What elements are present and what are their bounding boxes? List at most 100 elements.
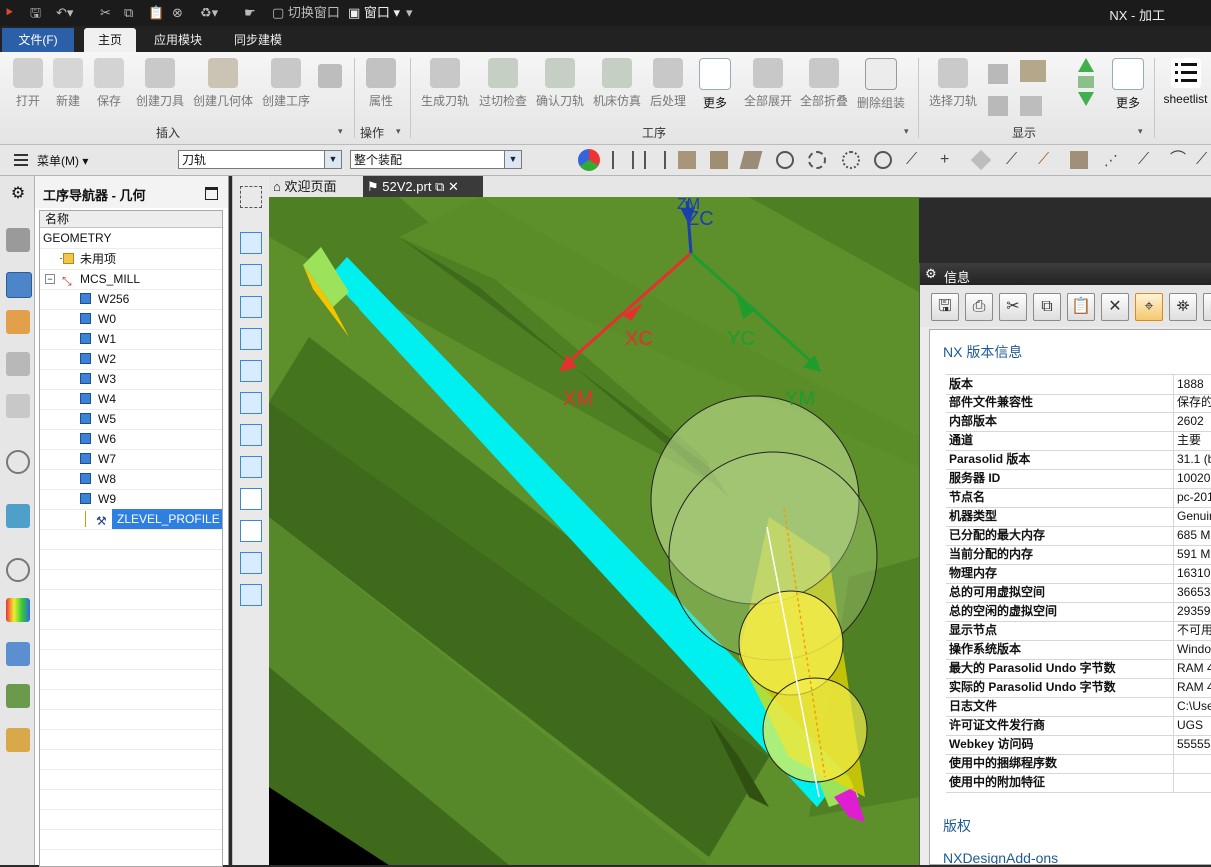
gouge-check-button[interactable]: 过切检查	[476, 56, 530, 116]
tree-row-workpiece[interactable]: W0	[40, 309, 222, 330]
customize-quick-access-icon[interactable]: ▾	[406, 4, 413, 22]
tree-row-workpiece[interactable]: W2	[40, 349, 222, 370]
info-title-bar[interactable]: ⚙ 信息	[920, 263, 1211, 285]
arrow-down-icon[interactable]	[1078, 92, 1094, 106]
find-icon[interactable]: ⛯	[1169, 293, 1197, 321]
surface-icon[interactable]	[739, 151, 763, 169]
open-button[interactable]: 打开	[7, 56, 49, 116]
undock-icon[interactable]: ⧉	[435, 179, 444, 194]
assembly-scope-select[interactable]: 整个装配 ▼	[350, 150, 522, 169]
verify-toolpath-button[interactable]: 确认刀轨	[533, 56, 587, 116]
cut-icon[interactable]: ✂	[999, 293, 1027, 321]
snap-edge-icon[interactable]: ⟋	[1038, 151, 1056, 169]
tree-row-workpiece[interactable]: W9	[40, 489, 222, 510]
snap-face-icon[interactable]	[970, 149, 992, 171]
tab-sync-model[interactable]: 同步建模	[224, 28, 292, 52]
new-button[interactable]: 新建	[47, 56, 89, 116]
face-icon[interactable]	[710, 151, 728, 169]
snap-grid-icon[interactable]	[612, 151, 634, 169]
snap-arc-icon[interactable]	[842, 151, 860, 169]
display-ips-icon[interactable]	[1020, 96, 1042, 116]
info-icon[interactable]	[6, 450, 30, 474]
small-insert-icon[interactable]	[318, 64, 342, 88]
sheetlist-button[interactable]: sheetlist	[1160, 56, 1211, 116]
chevron-down-icon[interactable]: ▼	[504, 151, 521, 168]
display-tool-icon[interactable]	[988, 64, 1008, 84]
engrave-icon[interactable]	[240, 552, 262, 574]
operation-navigator-icon[interactable]	[6, 272, 32, 298]
postprocess-button[interactable]: 后处理	[646, 56, 690, 116]
reuse-library-icon[interactable]	[6, 394, 30, 418]
print-icon[interactable]: ⎙	[965, 293, 993, 321]
group-insert-expand-icon[interactable]: ▾	[338, 126, 343, 137]
assembly-navigator-icon[interactable]	[6, 228, 30, 252]
tree-row-mcs-mill[interactable]: − ⤡ MCS_MILL	[40, 269, 222, 290]
display-workpiece-icon[interactable]	[1020, 60, 1046, 82]
tree-row-geometry[interactable]: GEOMETRY	[40, 228, 222, 249]
touch-mode-icon[interactable]: ☛	[244, 4, 256, 22]
maximize-icon[interactable]	[205, 187, 218, 200]
planar-mill-icon[interactable]	[240, 264, 262, 286]
fit-view-icon[interactable]	[240, 186, 262, 208]
save-button[interactable]: 保存	[88, 56, 130, 116]
tab-app-module[interactable]: 应用模块	[144, 28, 212, 52]
cut-icon[interactable]: ✂	[100, 4, 111, 22]
copy-icon[interactable]: ⧉	[1033, 293, 1061, 321]
more-operations-button[interactable]: 更多	[694, 56, 736, 116]
machine-tool-navigator-icon[interactable]	[6, 310, 30, 334]
fixed-axis-icon[interactable]	[240, 424, 262, 446]
column-header-name[interactable]: 名称	[40, 211, 222, 228]
graphics-viewport[interactable]: ZM ZC XC XM YC YM	[269, 197, 919, 865]
group-process-expand-icon[interactable]: ▾	[904, 126, 909, 137]
tool-library-icon[interactable]	[6, 684, 30, 708]
copy-icon[interactable]: ⧉	[124, 4, 133, 22]
snap-body-icon[interactable]	[1070, 151, 1088, 169]
tree-row-workpiece[interactable]: W6	[40, 429, 222, 450]
solid-body-icon[interactable]	[678, 151, 696, 169]
part-navigator-icon[interactable]	[6, 352, 30, 376]
snap-center-icon[interactable]	[776, 151, 794, 169]
snap-circle-icon[interactable]	[874, 151, 892, 169]
tab-part-file[interactable]: ⚑ 52V2.prt ⧉ ✕	[363, 176, 483, 197]
tree-row-workpiece[interactable]: W8	[40, 469, 222, 490]
snap-line-icon[interactable]: ⟋	[1006, 151, 1024, 169]
face-mill-icon[interactable]	[240, 296, 262, 318]
thread-mill-icon[interactable]	[240, 584, 262, 606]
zlevel-mill-icon[interactable]	[240, 328, 262, 350]
model-view[interactable]: ZM ZC XC XM YC YM	[269, 197, 919, 865]
layer-stack-icon[interactable]	[1078, 76, 1094, 88]
menu-button[interactable]: 菜单(M) ▾	[37, 152, 88, 169]
color-filter-icon[interactable]	[578, 149, 600, 171]
save-icon[interactable]: 🖫	[931, 293, 959, 321]
machine-simulation-button[interactable]: 机床仿真	[590, 56, 644, 116]
tree-row-workpiece[interactable]: W4	[40, 389, 222, 410]
tree-row-workpiece[interactable]: W7	[40, 449, 222, 470]
process-library-icon[interactable]	[6, 728, 30, 752]
display-holder-icon[interactable]	[988, 96, 1008, 116]
contour-icon[interactable]	[240, 392, 262, 414]
collapse-all-button[interactable]: 全部折叠	[798, 56, 850, 116]
tab-home[interactable]: 主页	[84, 28, 136, 52]
tree-row-unused[interactable]: 未用项	[40, 249, 222, 270]
create-tool-button[interactable]: 创建刀具	[134, 56, 186, 116]
tab-welcome-page[interactable]: ⌂ 欢迎页面	[273, 176, 359, 197]
tree-row-workpiece[interactable]: W1	[40, 329, 222, 350]
collapse-toggle-icon[interactable]: −	[45, 274, 55, 284]
snap-curve-icon[interactable]: ⌒	[1170, 151, 1188, 169]
properties-button[interactable]: 属性	[360, 56, 402, 116]
role-icon[interactable]	[6, 642, 30, 666]
expand-all-button[interactable]: 全部展开	[742, 56, 794, 116]
target-icon[interactable]: ⌖	[1135, 293, 1163, 321]
cavity-mill-icon[interactable]	[240, 232, 262, 254]
area-mill-icon[interactable]	[240, 488, 262, 510]
more-display-button[interactable]: 更多	[1108, 56, 1148, 116]
more-tools-icon[interactable]: ▤	[1203, 293, 1211, 321]
snap-grid2-icon[interactable]	[644, 151, 666, 169]
snap-point-icon[interactable]: +	[940, 151, 958, 169]
paste-icon[interactable]: 📋	[148, 4, 164, 22]
paste-icon[interactable]: 📋	[1067, 293, 1095, 321]
web-browser-icon[interactable]	[6, 504, 30, 528]
generate-toolpath-button[interactable]: 生成刀轨	[418, 56, 472, 116]
switch-window-button[interactable]: ▢ 切换窗口	[272, 4, 340, 22]
group-display-expand-icon[interactable]: ▾	[1138, 126, 1143, 137]
